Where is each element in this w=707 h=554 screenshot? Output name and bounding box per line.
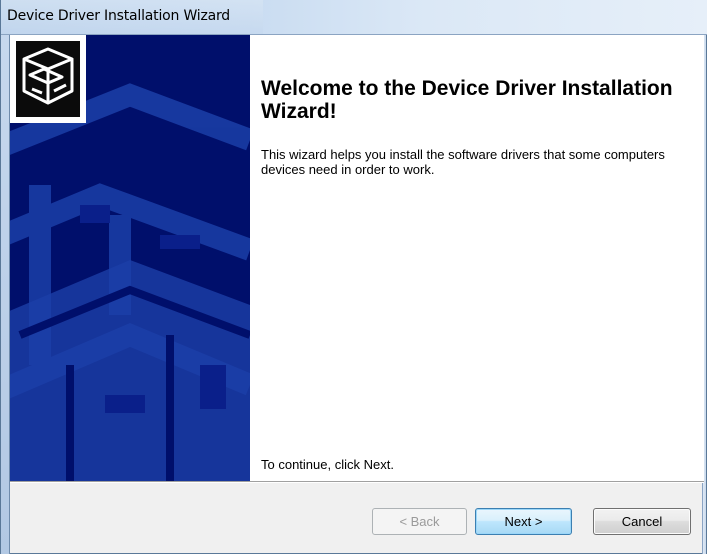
back-button[interactable]: < Back xyxy=(372,508,467,535)
next-button-label: Next > xyxy=(504,514,543,529)
wizard-heading: Welcome to the Device Driver Installatio… xyxy=(261,77,673,123)
title-bar[interactable]: Device Driver Installation Wizard xyxy=(1,0,707,35)
back-button-label: < Back xyxy=(399,514,440,529)
cancel-button-label: Cancel xyxy=(621,514,663,529)
wizard-window: Device Driver Installation Wizard Welcom… xyxy=(0,0,707,554)
cancel-button[interactable]: Cancel xyxy=(593,508,691,535)
continue-instruction: To continue, click Next. xyxy=(261,457,394,472)
button-area-divider xyxy=(10,481,704,483)
hardware-box-icon xyxy=(10,35,86,123)
window-title: Device Driver Installation Wizard xyxy=(7,8,230,24)
window-left-frame xyxy=(1,35,10,554)
wizard-description: This wizard helps you install the softwa… xyxy=(261,147,665,177)
wizard-content: Welcome to the Device Driver Installatio… xyxy=(10,35,704,481)
wizard-banner xyxy=(10,35,250,481)
next-button[interactable]: Next > xyxy=(475,508,572,535)
